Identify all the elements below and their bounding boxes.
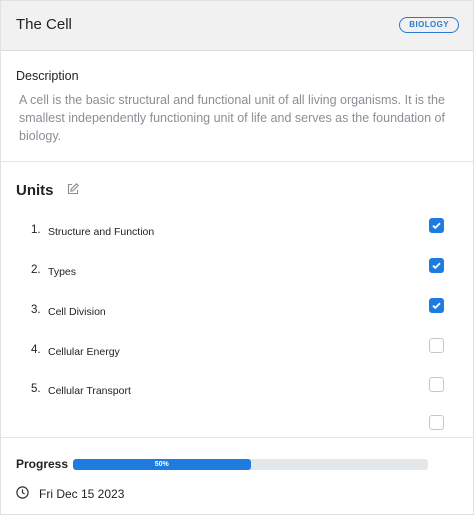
unit-label: Cellular Energy (48, 346, 120, 358)
unit-row: 5. Cellular Transport (1, 377, 473, 403)
unit-checkbox[interactable] (429, 258, 444, 273)
checkmark-icon (432, 262, 441, 270)
unit-row: 1. Structure and Function (1, 218, 473, 244)
unit-number: 3. (31, 304, 41, 316)
edit-icon[interactable] (66, 182, 80, 196)
unit-checkbox[interactable] (429, 218, 444, 233)
unit-number: 5. (31, 383, 41, 395)
checkmark-icon (432, 302, 441, 310)
unit-row (1, 415, 473, 436)
unit-label: Cellular Transport (48, 385, 131, 397)
unit-label: Types (48, 266, 77, 278)
unit-row: 3. Cell Division (1, 298, 473, 324)
unit-checkbox[interactable] (429, 338, 444, 353)
description-text: A cell is the basic structural and funct… (19, 93, 445, 143)
unit-checkbox[interactable] (429, 298, 444, 313)
subject-badge: BIOLOGY (399, 17, 459, 33)
unit-checkbox[interactable] (429, 377, 444, 392)
card-footer: Progress 50% Fri Dec 15 2023 (1, 437, 473, 514)
unit-number: 4. (31, 344, 41, 356)
due-date: Fri Dec 15 2023 (39, 487, 125, 501)
checkmark-icon (432, 222, 441, 230)
unit-row: 4. Cellular Energy (1, 338, 473, 364)
description-section: Description A cell is the basic structur… (1, 52, 473, 162)
clock-icon (16, 486, 29, 499)
description-heading: Description (16, 69, 79, 83)
unit-label: Cell Division (48, 306, 106, 318)
units-section: Units 1. Structure and Function 2. Types… (1, 163, 473, 436)
progress-label: Progress (16, 457, 69, 471)
unit-checkbox[interactable] (429, 415, 444, 430)
unit-number: 1. (31, 224, 41, 236)
course-card: The Cell BIOLOGY Description A cell is t… (0, 0, 474, 515)
card-header: The Cell BIOLOGY (1, 1, 473, 51)
unit-row: 2. Types (1, 258, 473, 284)
progress-fill: 50% (73, 459, 251, 470)
units-heading: Units (16, 182, 54, 199)
progress-bar: 50% (73, 459, 428, 470)
unit-number: 2. (31, 264, 41, 276)
course-title: The Cell (16, 16, 72, 33)
unit-label: Structure and Function (48, 226, 155, 238)
